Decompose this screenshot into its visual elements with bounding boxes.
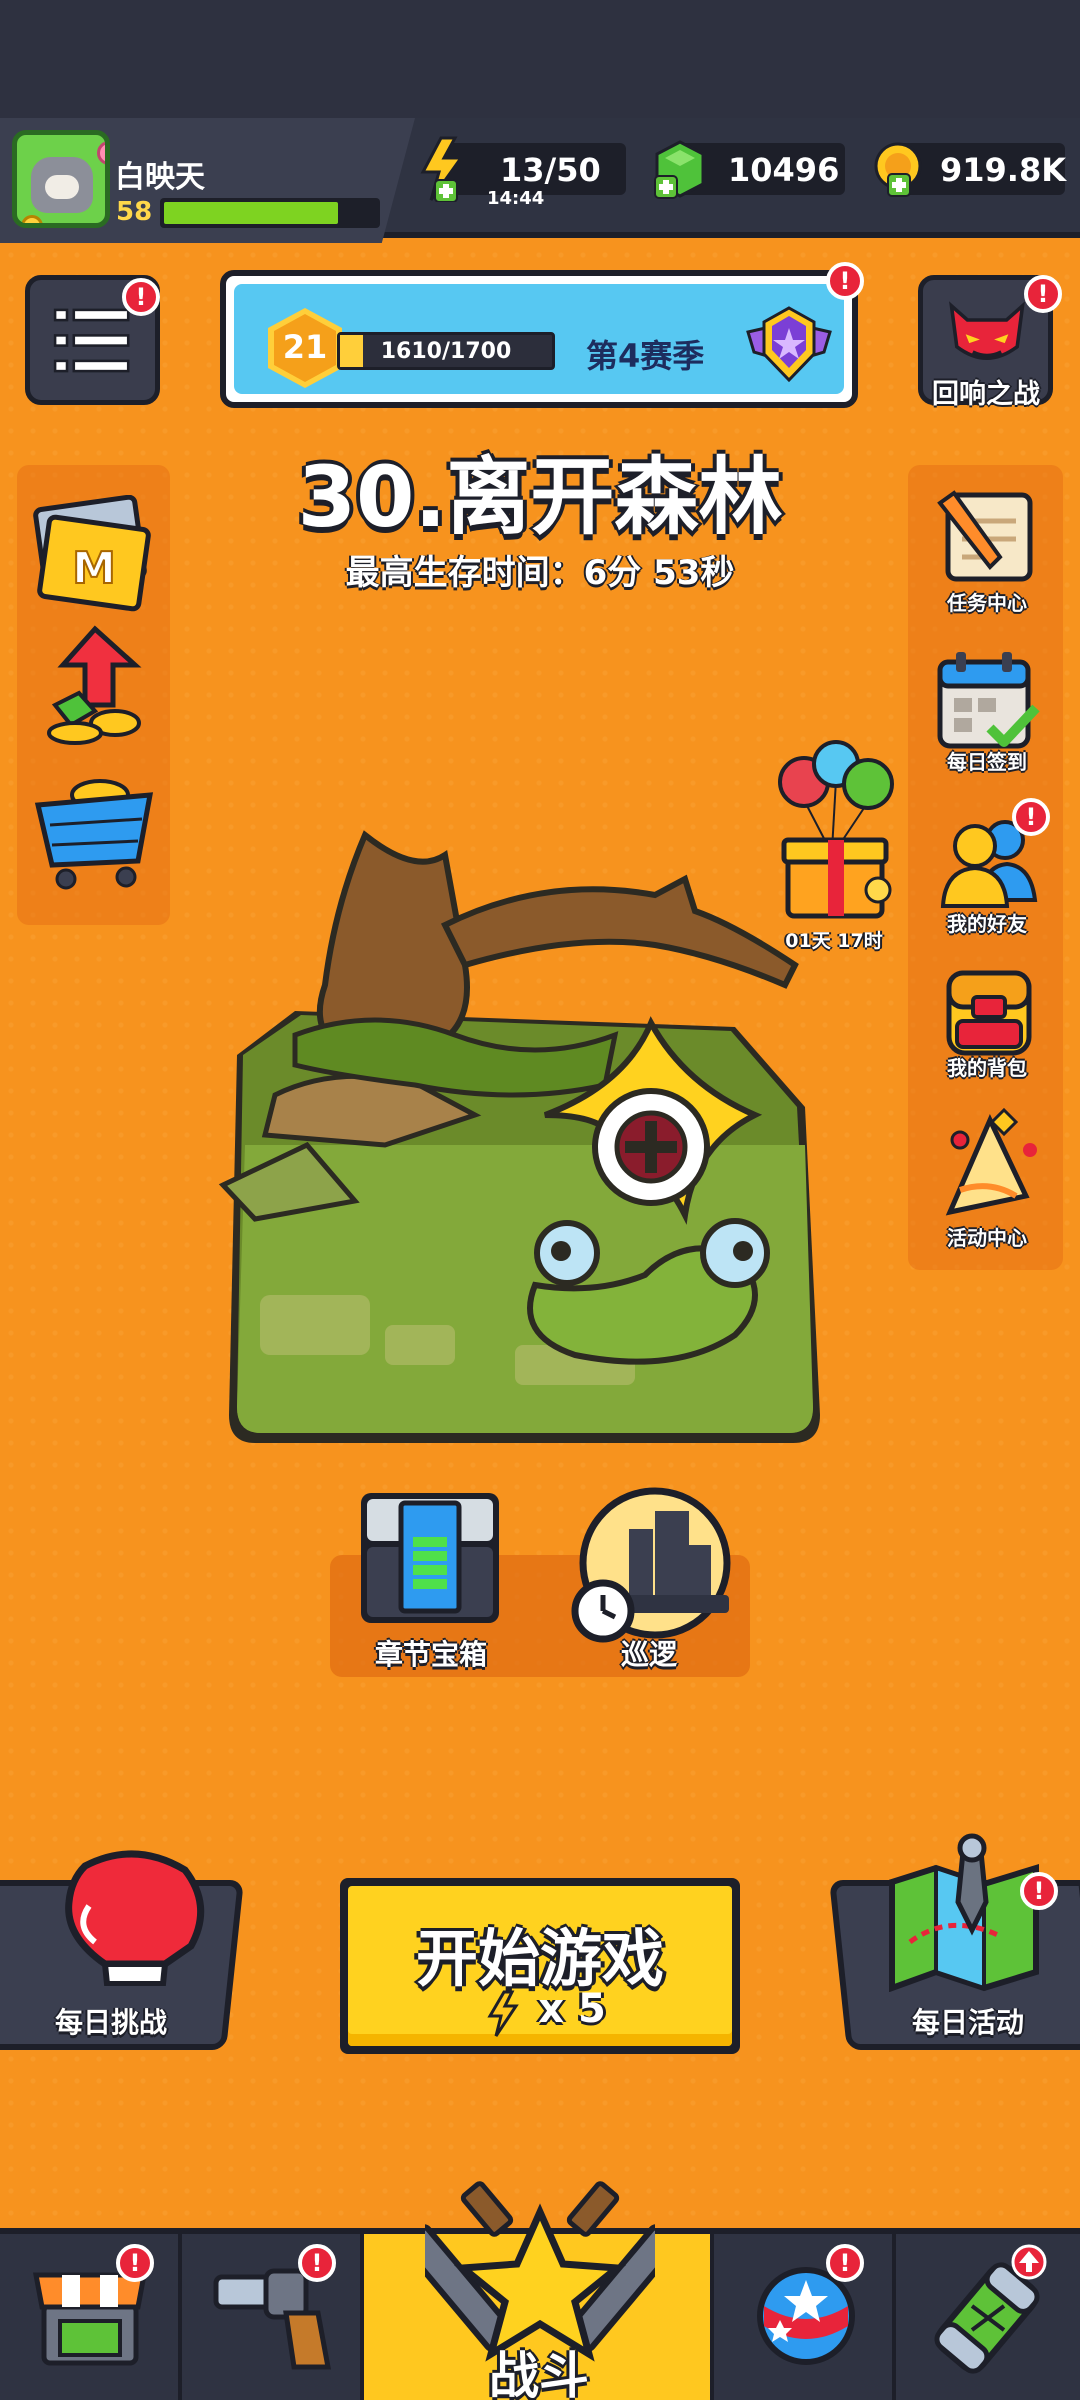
list-menu-icon [53, 308, 130, 373]
daily-activity-label: 每日活动 [911, 2006, 1024, 2039]
season-level: 21 [282, 328, 328, 366]
demon-icon [949, 301, 1025, 360]
flower-icon [21, 215, 43, 223]
party-popper-icon[interactable] [930, 1100, 1045, 1230]
svg-text:M: M [72, 543, 116, 594]
chapter-chest-label: 章节宝箱 [374, 1638, 487, 1671]
boxing-glove-icon [65, 1850, 205, 1986]
energy-plus-icon[interactable] [417, 136, 467, 202]
season-panel-inner: 21 1610/1700 第4赛季 [234, 284, 844, 394]
player-name: 白映天 [115, 160, 205, 195]
backpack-icon[interactable] [935, 955, 1045, 1060]
season-panel[interactable]: 21 1610/1700 第4赛季 [220, 270, 858, 408]
notification-badge: ! [298, 2244, 336, 2282]
task-scroll-icon[interactable] [930, 485, 1045, 590]
stage-forest-illustration [218, 830, 820, 1443]
season-emblem-icon [746, 306, 832, 383]
status-bar [0, 0, 1080, 118]
events-center-label: 活动中心 [947, 1226, 1027, 1250]
notification-badge: ! [826, 2244, 864, 2282]
treasure-map-icon [889, 1833, 1039, 1992]
notification-badge: ! [1020, 1872, 1058, 1910]
energy-value: 13/50 [500, 151, 601, 189]
xp-bar [160, 198, 380, 228]
notification-badge: ! [122, 278, 160, 316]
daily-checkin-label: 每日签到 [947, 750, 1027, 774]
chapter-chest-icon[interactable] [355, 1487, 505, 1629]
coin-plus-icon[interactable] [870, 140, 928, 198]
start-game-button-face: 开始游戏 x 5 [348, 1886, 732, 2046]
notification-badge: ! [826, 262, 864, 300]
patrol-icon[interactable] [565, 1483, 735, 1643]
task-center-label: 任务中心 [947, 591, 1027, 615]
monthly-card-icon[interactable]: M [30, 495, 158, 615]
start-game-label: 开始游戏 [415, 1922, 664, 1995]
calendar-check-icon[interactable] [932, 648, 1042, 754]
notification-badge: ! [1024, 275, 1062, 313]
growth-fund-icon[interactable] [35, 625, 150, 750]
start-game-cost: x 5 [538, 1986, 606, 2032]
backpack-label: 我的背包 [947, 1056, 1027, 1080]
notification-badge: ! [1012, 798, 1050, 836]
avatar[interactable] [12, 130, 110, 228]
gem-plus-icon[interactable] [653, 140, 707, 200]
start-game-button[interactable]: 开始游戏 x 5 [340, 1878, 740, 2054]
shop-cart-icon[interactable] [30, 765, 158, 895]
upgrade-arrow-icon [1011, 2244, 1047, 2280]
tab-battle-label: 战斗 [489, 2347, 589, 2400]
notification-badge: ! [116, 2244, 154, 2282]
cat-portrait-icon [31, 157, 93, 213]
season-label: 第4赛季 [586, 337, 705, 375]
friends-label: 我的好友 [947, 912, 1027, 936]
daily-challenge-label: 每日挑战 [54, 2006, 167, 2039]
echo-battle-label: 回响之战 [932, 379, 1040, 410]
player-level: 58 [116, 197, 153, 227]
patrol-label: 巡逻 [620, 1638, 677, 1671]
energy-timer: 14:44 [487, 188, 545, 209]
season-progress-text: 1610/1700 [380, 339, 512, 364]
xp-bar-fill [164, 202, 338, 224]
gem-value: 10496 [728, 151, 840, 189]
coin-value: 919.8K [940, 151, 1067, 189]
flower-icon [97, 141, 105, 165]
